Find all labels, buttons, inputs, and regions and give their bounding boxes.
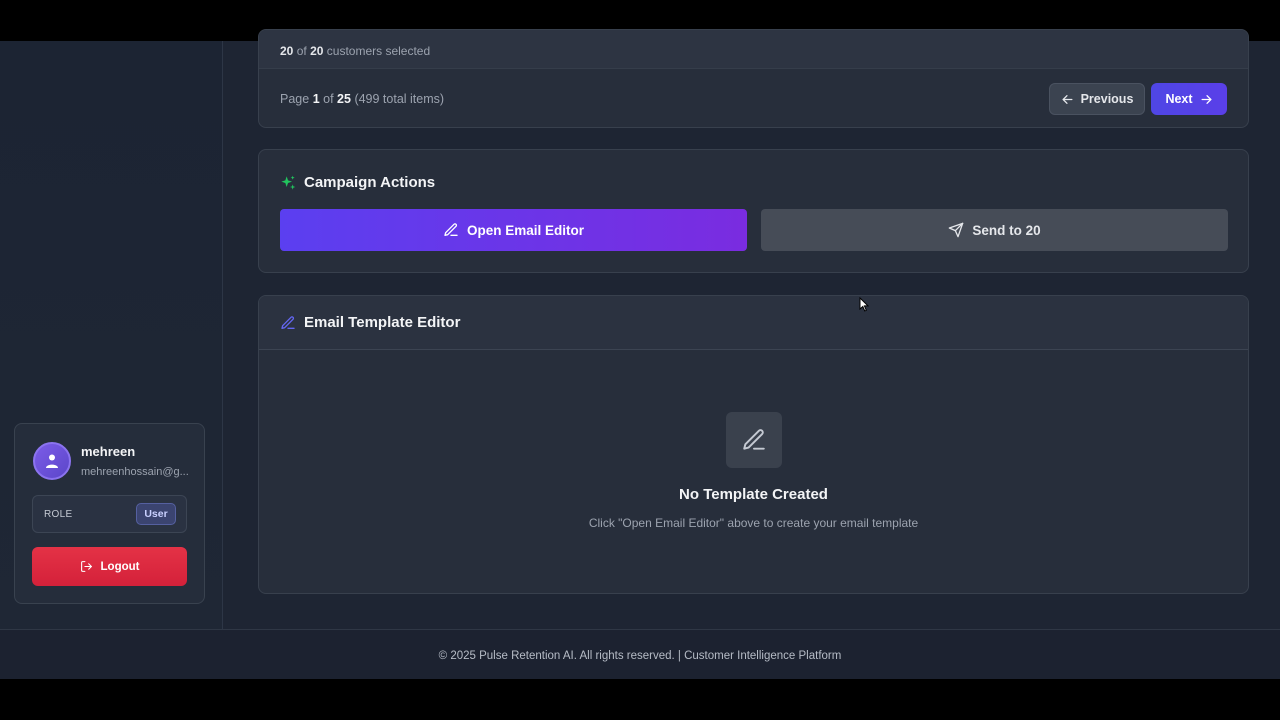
previous-label: Previous: [1080, 92, 1134, 106]
previous-button[interactable]: Previous: [1049, 83, 1145, 115]
page-current: 1: [312, 92, 320, 106]
empty-state-icon-box: [726, 412, 782, 468]
selection-summary: 20 of 20 customers selected: [259, 30, 1248, 69]
logout-icon: [80, 561, 92, 572]
app-window: mehreen mehreenhossain@g... ROLE User Lo…: [0, 29, 1280, 629]
arrow-right-icon: [1201, 94, 1212, 104]
selected-total: 20: [310, 44, 324, 58]
user-icon: [46, 454, 58, 468]
editor-title-text: Email Template Editor: [304, 314, 461, 331]
selected-count: 20: [280, 44, 294, 58]
pencil-icon: [281, 315, 295, 329]
sidebar: mehreen mehreenhossain@g... ROLE User Lo…: [0, 41, 223, 629]
page-items: (499 total items): [354, 92, 445, 106]
next-button[interactable]: Next: [1151, 83, 1227, 115]
campaign-actions-title: Campaign Actions: [280, 174, 435, 191]
sparkles-icon: [281, 175, 296, 190]
send-label: Send to 20: [972, 222, 1041, 238]
page-prefix: Page: [280, 92, 310, 106]
campaign-title-text: Campaign Actions: [304, 174, 436, 191]
selected-of: of: [296, 44, 307, 58]
user-name: mehreen: [81, 444, 136, 459]
editor-title: Email Template Editor: [280, 314, 460, 331]
logout-button[interactable]: Logout: [32, 547, 187, 586]
send-campaign-button[interactable]: Send to 20: [761, 209, 1228, 251]
page-total: 25: [337, 92, 351, 106]
footer-text: © 2025 Pulse Retention AI. All rights re…: [438, 650, 842, 662]
page-of: of: [323, 92, 334, 106]
pencil-icon: [444, 223, 458, 236]
open-editor-label: Open Email Editor: [466, 222, 585, 238]
role-label: ROLE: [44, 509, 73, 520]
email-template-editor-panel: Email Template Editor No Template Create…: [258, 295, 1249, 594]
pencil-icon: [743, 429, 765, 450]
selected-suffix: customers selected: [326, 44, 431, 58]
empty-state-subtitle: Click "Open Email Editor" above to creat…: [588, 516, 919, 530]
open-email-editor-button[interactable]: Open Email Editor: [280, 209, 747, 251]
send-icon: [949, 222, 964, 238]
page-info: Page 1 of 25 (499 total items): [280, 92, 444, 106]
role-box: ROLE User: [32, 495, 187, 533]
mouse-cursor-icon: [859, 297, 869, 312]
role-badge: User: [136, 503, 176, 525]
campaign-actions-panel: Campaign Actions Open Email Editor Send …: [258, 149, 1249, 273]
customer-pagination-panel: 20 of 20 customers selected Page 1 of 25…: [258, 29, 1249, 128]
letterbox-bottom: [0, 679, 1280, 720]
selected-count-text: 20 of 20 customers selected: [280, 44, 430, 58]
footer: © 2025 Pulse Retention AI. All rights re…: [0, 629, 1280, 679]
user-email: mehreenhossain@g...: [81, 466, 189, 478]
arrow-left-icon: [1062, 94, 1073, 104]
logout-label: Logout: [100, 560, 140, 573]
editor-header: Email Template Editor: [259, 296, 1248, 350]
user-card: mehreen mehreenhossain@g... ROLE User Lo…: [14, 423, 205, 604]
avatar[interactable]: [33, 442, 71, 480]
empty-state-title: No Template Created: [679, 486, 828, 503]
next-label: Next: [1165, 92, 1193, 106]
